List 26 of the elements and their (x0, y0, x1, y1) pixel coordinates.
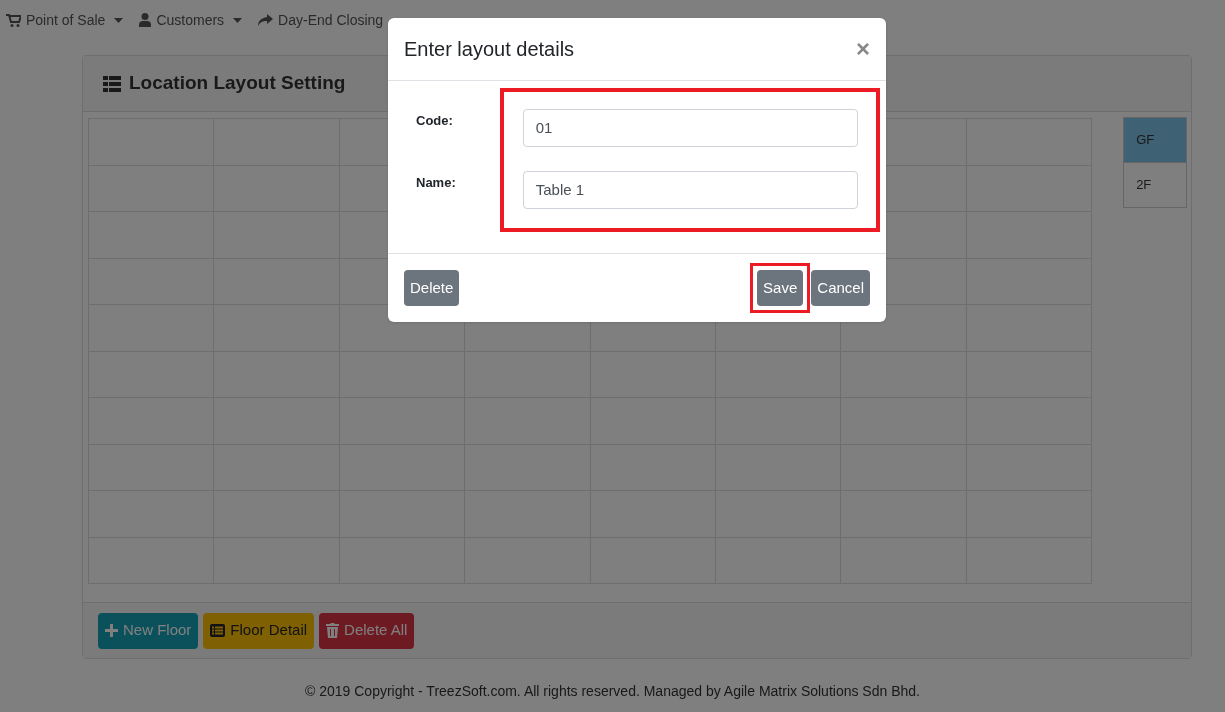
nav-menu-item[interactable]: Customers (139, 9, 243, 31)
text-field[interactable]: Table 1 (522, 171, 858, 209)
nav-menu-item[interactable]: Day-End Closing (258, 9, 384, 31)
list-icon (210, 624, 226, 637)
text-field[interactable]: 01 (522, 109, 858, 147)
dialog-button[interactable]: Cancel (811, 270, 870, 306)
cart-icon (6, 13, 21, 27)
floor-tab[interactable]: GF (1123, 117, 1188, 163)
plus-icon (105, 624, 118, 637)
action-button[interactable]: Delete All (319, 612, 415, 649)
list-icon (103, 75, 121, 92)
action-button[interactable]: New Floor (98, 612, 199, 649)
arrow-icon (258, 13, 274, 27)
field-label: Name: (416, 174, 457, 192)
card-title: Location Layout Setting (129, 71, 346, 96)
floor-tab[interactable]: 2F (1123, 162, 1188, 208)
user-icon (139, 13, 152, 27)
modal-title: Enter layout details (404, 37, 575, 62)
dialog-button[interactable]: Delete (404, 270, 460, 306)
field-label: Code: (416, 112, 454, 130)
action-button[interactable]: Floor Detail (203, 612, 315, 649)
trash-icon (326, 623, 340, 638)
close-button[interactable]: × (856, 37, 870, 61)
nav-menu-item[interactable]: Point of Sale (6, 9, 124, 31)
footer-text: © 2019 Copyright - TreezSoft.com. All rights reserved. Managed by Agile Matrix Solutions Sdn Bhd. (304, 682, 921, 701)
dialog-button[interactable]: Save (757, 270, 804, 306)
